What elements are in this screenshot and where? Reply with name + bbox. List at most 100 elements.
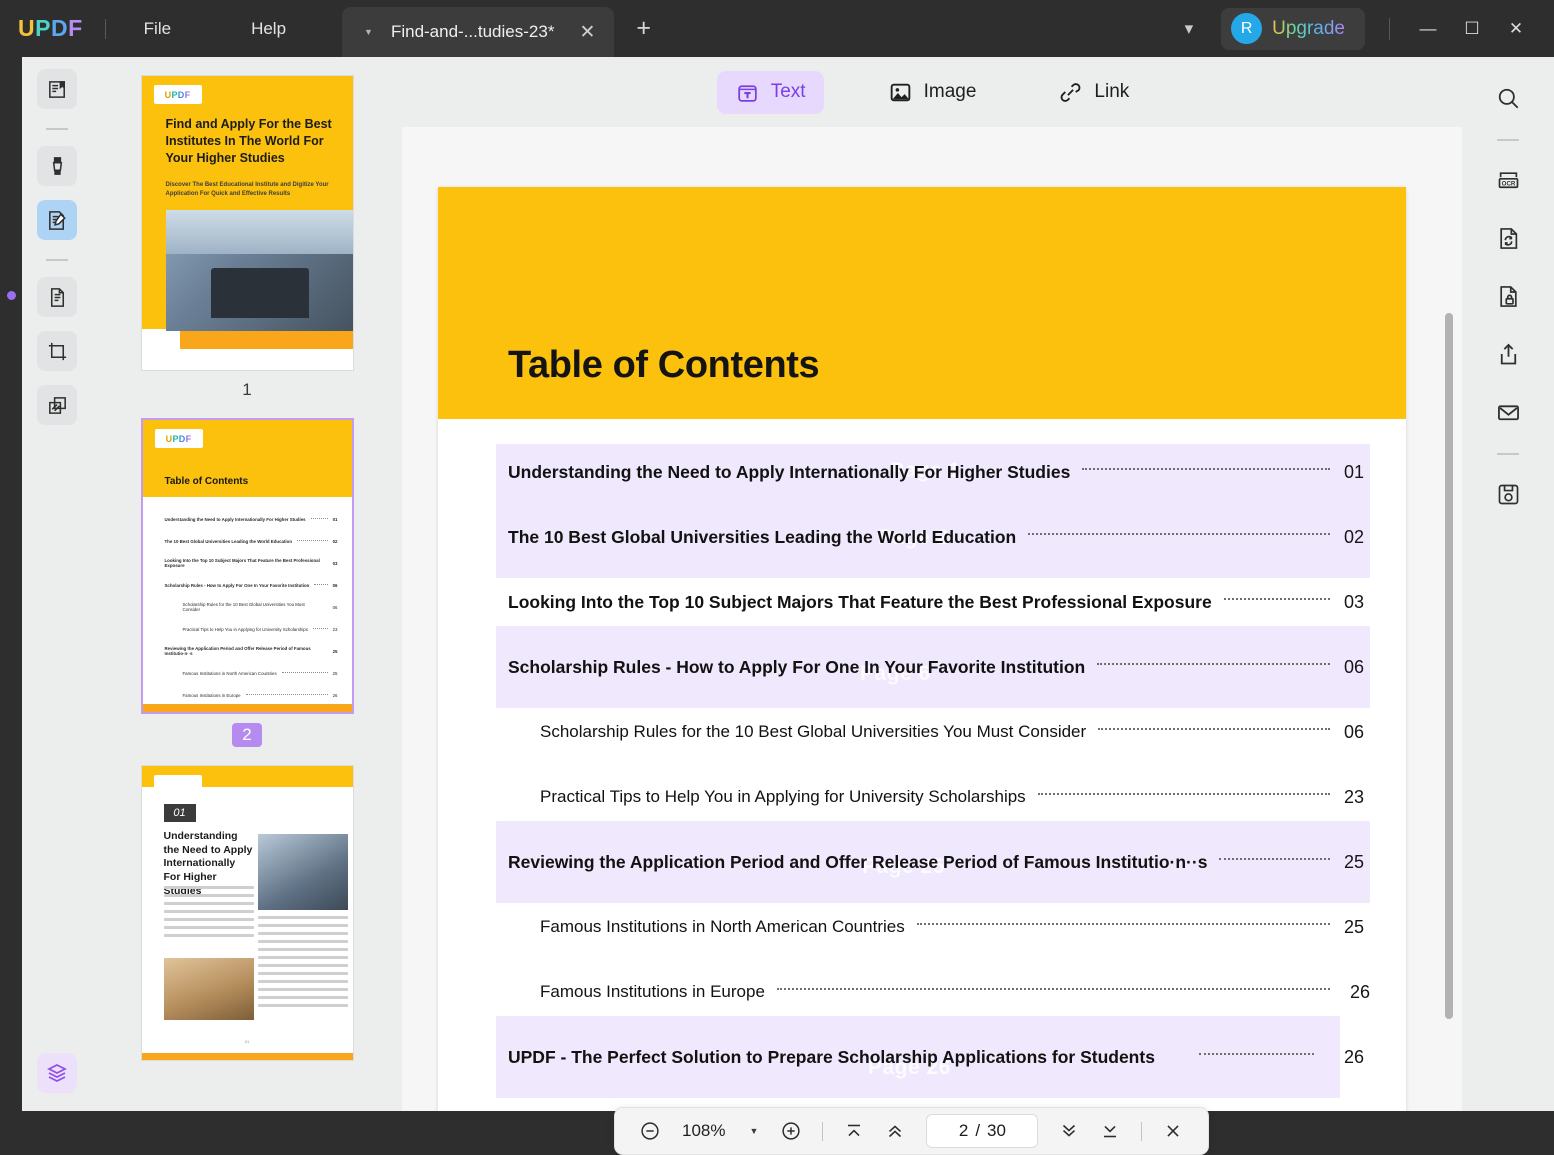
ocr-icon[interactable]: OCR	[1487, 159, 1529, 201]
toc-leader	[1097, 663, 1330, 665]
separator	[46, 259, 68, 261]
thumbnail-item[interactable]: UPDF Table of Contents Understanding the…	[141, 418, 354, 747]
first-page-button[interactable]	[835, 1120, 873, 1142]
close-toolbar-button[interactable]	[1154, 1120, 1192, 1142]
sidebar-item-comment[interactable]	[37, 146, 77, 186]
thumb-photo	[166, 210, 354, 331]
tab-image[interactable]: Image	[870, 71, 995, 114]
toc-page-number: 26	[1344, 982, 1406, 1003]
close-window-button[interactable]: ✕	[1494, 19, 1538, 39]
left-tool-rail	[22, 57, 92, 1111]
zoom-out-button[interactable]	[631, 1120, 669, 1142]
toc-entry[interactable]: Famous Institutions in Europe 26	[438, 973, 1406, 1011]
table-of-contents: Page 1 Understanding the Need to Apply I…	[438, 419, 1406, 1076]
toc-entry[interactable]: Scholarship Rules for the 10 Best Global…	[438, 713, 1406, 751]
zoom-in-button[interactable]	[772, 1120, 810, 1142]
toc-entry[interactable]: Famous Institutions in North American Co…	[438, 908, 1406, 946]
close-icon[interactable]: ✕	[574, 21, 600, 44]
thumb-heading: Table of Contents	[165, 476, 249, 487]
document-viewport[interactable]: Table of Contents Page 1 Understanding t…	[402, 127, 1462, 1111]
save-icon[interactable]	[1487, 473, 1529, 515]
previous-page-button[interactable]	[876, 1120, 914, 1142]
search-icon[interactable]	[1487, 77, 1529, 119]
minimize-button[interactable]: —	[1406, 19, 1450, 39]
collapse-handle-dot-icon[interactable]	[7, 291, 16, 300]
pdf-page[interactable]: Table of Contents Page 1 Understanding t…	[438, 187, 1406, 1111]
thumb-photo	[164, 958, 254, 1020]
toc-leader	[917, 923, 1330, 925]
tab-text[interactable]: Text	[717, 71, 824, 114]
sidebar-item-crop-page[interactable]	[37, 331, 77, 371]
protect-pdf-icon[interactable]	[1487, 275, 1529, 317]
sidebar-item-reader[interactable]	[37, 69, 77, 109]
image-icon	[888, 80, 913, 105]
document-tab[interactable]: ▼ Find-and-...tudies-23* ✕	[342, 7, 614, 57]
separator	[1497, 453, 1519, 455]
toc-page-number: 25	[1344, 917, 1406, 938]
updf-logo: U P D F	[18, 15, 83, 42]
toc-entry[interactable]: Looking Into the Top 10 Subject Majors T…	[438, 583, 1406, 621]
sidebar-item-edit-pdf[interactable]	[37, 200, 77, 240]
thumb-title: Find and Apply For the Best Institutes I…	[166, 116, 336, 167]
sidebar-item-page-edit[interactable]	[37, 277, 77, 317]
document-tab-label: Find-and-...tudies-23*	[391, 22, 554, 42]
chapter-badge: 01	[164, 804, 196, 822]
convert-pdf-icon[interactable]	[1487, 217, 1529, 259]
email-pdf-icon[interactable]	[1487, 391, 1529, 433]
vertical-scrollbar[interactable]	[1445, 127, 1453, 1111]
scrollbar-thumb[interactable]	[1445, 313, 1453, 1019]
plus-icon[interactable]: +	[636, 14, 651, 43]
chevron-down-icon[interactable]: ▼	[738, 1126, 769, 1136]
thumb-logo	[154, 775, 202, 794]
menu-help[interactable]: Help	[235, 13, 302, 45]
menu-file[interactable]: File	[128, 13, 187, 45]
page-title: Table of Contents	[508, 344, 819, 387]
first-page-icon	[843, 1120, 865, 1142]
thumbnail-number: 2	[232, 723, 261, 747]
toc-leader	[1199, 1053, 1314, 1055]
last-page-button[interactable]	[1091, 1120, 1129, 1142]
toc-entry-label: Reviewing the Application Period and Off…	[438, 852, 1207, 873]
logo-letter-u: U	[18, 15, 35, 42]
toc-leader	[1224, 598, 1330, 600]
thumbnail-item[interactable]: UPDF Find and Apply For the Best Institu…	[141, 75, 354, 400]
logo-letter-d: D	[51, 15, 68, 42]
thumbnail-page-3[interactable]: 01 Understanding the Need to Apply Inter…	[141, 765, 354, 1061]
separator	[46, 128, 68, 130]
toc-entry[interactable]: Page 2 The 10 Best Global Universities L…	[438, 518, 1406, 556]
chevron-down-icon[interactable]: ▼	[364, 27, 373, 37]
toc-entry[interactable]: Page 1 Understanding the Need to Apply I…	[438, 453, 1406, 491]
tab-link[interactable]: Link	[1040, 71, 1147, 114]
toc-entry-label: The 10 Best Global Universities Leading …	[438, 527, 1016, 548]
upgrade-button[interactable]: R Upgrade	[1221, 8, 1365, 50]
maximize-button[interactable]: ☐	[1450, 19, 1494, 39]
next-page-icon	[1058, 1120, 1080, 1142]
thumbnail-page-2[interactable]: UPDF Table of Contents Understanding the…	[141, 418, 354, 714]
page-divider: /	[975, 1121, 980, 1141]
toc-entry-label: Practical Tips to Help You in Applying f…	[438, 787, 1026, 807]
layers-icon[interactable]	[37, 1053, 77, 1093]
thumbnail-number: 1	[242, 380, 251, 400]
toc-entry[interactable]: Page 25 Reviewing the Application Period…	[438, 843, 1406, 881]
edit-toolbar: Text Image Link	[402, 57, 1462, 127]
next-page-button[interactable]	[1050, 1120, 1088, 1142]
toc-entry[interactable]: Page 6 Scholarship Rules - How to Apply …	[438, 648, 1406, 686]
page-thumbnail-panel[interactable]: UPDF Find and Apply For the Best Institu…	[92, 57, 402, 1111]
toc-entry[interactable]: Practical Tips to Help You in Applying f…	[438, 778, 1406, 816]
toc-entry[interactable]: Page 26 UPDF - The Perfect Solution to P…	[438, 1038, 1406, 1076]
toc-page-number: 26	[1344, 1047, 1406, 1068]
page-number-input[interactable]: 2 / 30	[926, 1114, 1038, 1148]
share-pdf-icon[interactable]	[1487, 333, 1529, 375]
chevron-down-icon[interactable]: ▾	[1171, 13, 1208, 45]
sidebar-item-organize-pages[interactable]	[37, 385, 77, 425]
avatar[interactable]: R	[1231, 13, 1262, 44]
toc-entry-label: Scholarship Rules - How to Apply For One…	[438, 657, 1085, 678]
thumbnail-page-1[interactable]: UPDF Find and Apply For the Best Institu…	[141, 75, 354, 371]
thumbnail-item[interactable]: 01 Understanding the Need to Apply Inter…	[141, 765, 354, 1061]
thumb-photo	[258, 834, 348, 910]
divider	[1389, 18, 1390, 40]
panel-edge	[0, 57, 22, 1111]
svg-text:OCR: OCR	[1501, 180, 1515, 187]
toc-entry-label: Understanding the Need to Apply Internat…	[438, 462, 1070, 483]
zoom-level[interactable]: 108%	[672, 1121, 735, 1141]
